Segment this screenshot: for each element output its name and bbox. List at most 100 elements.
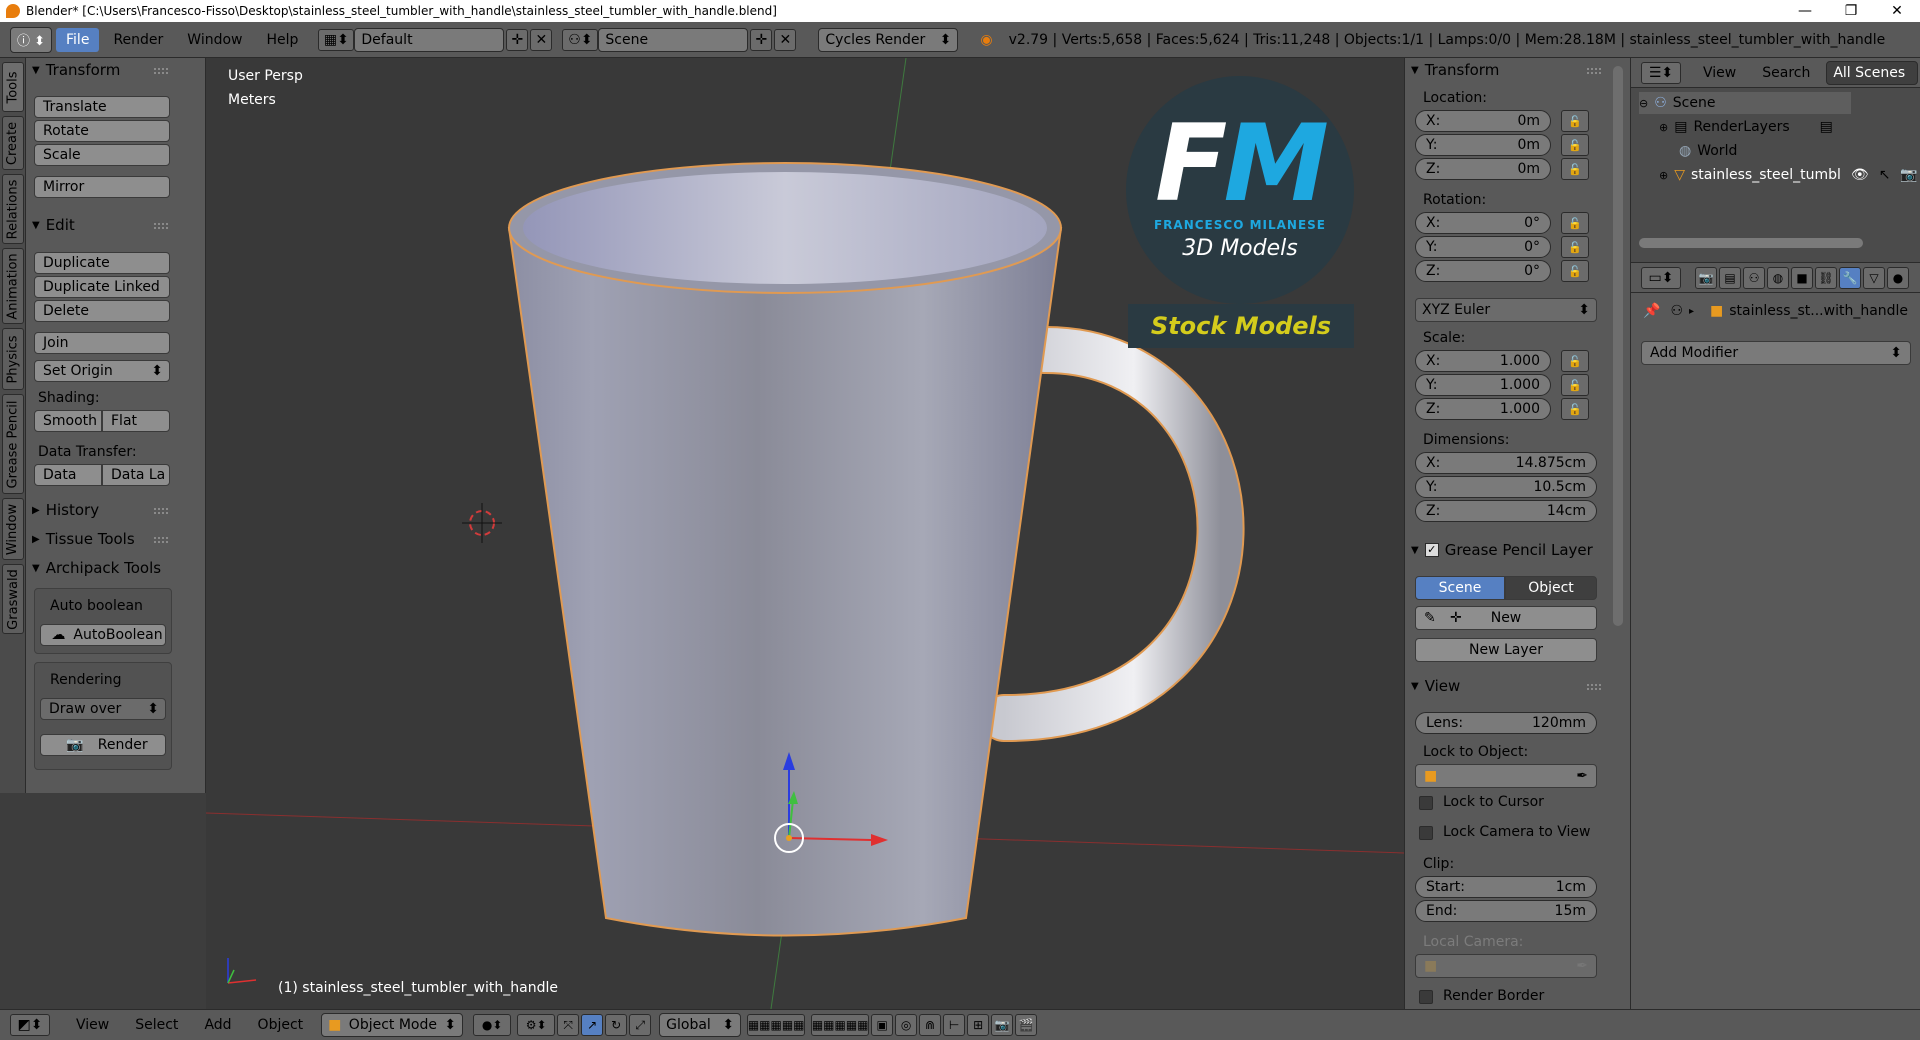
- add-modifier-dropdown[interactable]: Add Modifier ⬍: [1641, 341, 1911, 365]
- data-layers-button[interactable]: Data La: [102, 464, 170, 486]
- opengl-render-icon[interactable]: 📷: [991, 1014, 1014, 1036]
- render-tab-icon[interactable]: 📷: [1695, 266, 1717, 289]
- local-camera-field[interactable]: ■ ✒: [1415, 954, 1597, 978]
- snap-element-icon[interactable]: ⊢: [943, 1014, 966, 1036]
- transform-panel-header[interactable]: ▼ Transform: [1411, 60, 1499, 80]
- snap-target-icon[interactable]: ⊞: [967, 1014, 990, 1036]
- pin-icon[interactable]: 📌: [1643, 303, 1660, 319]
- panel-grip-icon[interactable]: [154, 223, 168, 229]
- tab-physics[interactable]: Physics: [2, 328, 24, 390]
- outliner-row-world[interactable]: ◍ World: [1679, 140, 1919, 162]
- edit-panel-header[interactable]: ▼ Edit: [32, 215, 75, 235]
- select-menu[interactable]: Select: [135, 1017, 178, 1033]
- tab-create[interactable]: Create: [2, 116, 24, 170]
- outliner-row-object[interactable]: ⊕ ▽ stainless_steel_tumbl 👁 ↖ 📷: [1659, 164, 1920, 186]
- lock-to-cursor-checkbox[interactable]: [1419, 796, 1433, 810]
- translate-button[interactable]: Translate: [34, 96, 170, 118]
- info-editor-type-button[interactable]: ⓘ ⬍: [10, 26, 52, 53]
- tab-relations[interactable]: Relations: [2, 174, 24, 244]
- tab-graswald[interactable]: Graswald: [2, 564, 24, 634]
- tissue-tools-panel-header[interactable]: ▶ Tissue Tools: [32, 529, 135, 549]
- mode-dropdown[interactable]: ■ Object Mode ⬍: [321, 1013, 464, 1037]
- add-scene-button[interactable]: ✛: [750, 28, 773, 51]
- material-tab-icon[interactable]: ●: [1887, 266, 1909, 289]
- delete-button[interactable]: Delete: [34, 300, 170, 322]
- close-button[interactable]: ✕: [1874, 0, 1920, 22]
- lock-object-field[interactable]: ■ ✒: [1415, 764, 1597, 788]
- outliner-scrollbar[interactable]: [1639, 238, 1863, 248]
- constraints-tab-icon[interactable]: ⛓: [1815, 266, 1837, 289]
- menu-help[interactable]: Help: [256, 28, 308, 52]
- clip-start-field[interactable]: Start: 1cm: [1415, 876, 1597, 898]
- rotation-mode-dropdown[interactable]: XYZ Euler ⬍: [1415, 298, 1597, 322]
- flat-shading-button[interactable]: Flat: [102, 410, 170, 432]
- transform-panel-header[interactable]: ▼ Transform: [32, 60, 120, 80]
- scene-tab-icon[interactable]: ⚇: [1743, 266, 1765, 289]
- transform-orientation-dropdown[interactable]: Global ⬍: [659, 1013, 742, 1037]
- location-y-field[interactable]: Y: 0m: [1415, 134, 1551, 156]
- layers-grid-1[interactable]: ▦▦▦▦▦: [747, 1014, 806, 1036]
- join-button[interactable]: Join: [34, 332, 170, 354]
- eye-icon[interactable]: 👁: [1851, 167, 1869, 183]
- outliner-view-menu[interactable]: View: [1703, 65, 1736, 81]
- duplicate-button[interactable]: Duplicate: [34, 252, 170, 274]
- lock-location-x-button[interactable]: 🔓: [1561, 110, 1589, 132]
- panel-grip-icon[interactable]: [154, 68, 168, 74]
- lock-camera-checkbox[interactable]: [1419, 826, 1433, 840]
- rotate-button[interactable]: Rotate: [34, 120, 170, 142]
- object-menu[interactable]: Object: [258, 1017, 304, 1033]
- properties-editor-type-button[interactable]: ▭⬍: [1641, 266, 1681, 289]
- maximize-button[interactable]: ❐: [1828, 0, 1874, 22]
- opengl-animation-icon[interactable]: 🎬: [1015, 1014, 1038, 1036]
- manipulator-toggle-icon[interactable]: ⤧: [557, 1014, 580, 1036]
- rotate-manipulator-icon[interactable]: ↻: [605, 1014, 628, 1036]
- history-panel-header[interactable]: ▶ History: [32, 500, 99, 520]
- location-x-field[interactable]: X: 0m: [1415, 110, 1551, 132]
- snap-magnet-icon[interactable]: ⋒: [919, 1014, 942, 1036]
- clip-end-field[interactable]: End: 15m: [1415, 900, 1597, 922]
- minimize-button[interactable]: —: [1782, 0, 1828, 22]
- rotation-x-field[interactable]: X: 0°: [1415, 212, 1551, 234]
- npanel-scrollbar[interactable]: [1613, 66, 1623, 626]
- dimension-y-field[interactable]: Y: 10.5cm: [1415, 476, 1597, 498]
- outliner-search-menu[interactable]: Search: [1762, 65, 1810, 81]
- data-transfer-button[interactable]: Data: [34, 464, 102, 486]
- cursor-select-icon[interactable]: ↖: [1879, 167, 1891, 183]
- shading-mode-dropdown[interactable]: ●⬍: [473, 1014, 512, 1036]
- outliner-row-renderlayers[interactable]: ⊕ ▤ RenderLayers ▤: [1659, 116, 1919, 138]
- menu-file[interactable]: File: [56, 27, 100, 52]
- scale-button[interactable]: Scale: [34, 144, 170, 166]
- location-z-field[interactable]: Z: 0m: [1415, 158, 1551, 180]
- lock-scale-x-button[interactable]: 🔓: [1561, 350, 1589, 372]
- add-menu[interactable]: Add: [204, 1017, 231, 1033]
- gp-new-layer-button[interactable]: New Layer: [1415, 638, 1597, 662]
- outliner-editor-type-button[interactable]: ☰⬍: [1641, 61, 1681, 84]
- view-panel-header[interactable]: ▼ View: [1411, 676, 1460, 696]
- render-button[interactable]: 📷 Render: [40, 734, 166, 756]
- render-border-checkbox[interactable]: [1419, 990, 1433, 1004]
- gp-object-toggle[interactable]: Object: [1505, 576, 1597, 600]
- scene-name-field[interactable]: Scene: [598, 27, 749, 52]
- grease-pencil-layer-header[interactable]: ▼ ✓ Grease Pencil Layer: [1411, 540, 1593, 560]
- duplicate-linked-button[interactable]: Duplicate Linked: [34, 276, 170, 298]
- scale-y-field[interactable]: Y: 1.000: [1415, 374, 1551, 396]
- layout-name-field[interactable]: Default: [354, 27, 505, 52]
- autoboolean-button[interactable]: ☁ AutoBoolean: [40, 624, 166, 646]
- object-tab-icon[interactable]: ■: [1791, 266, 1813, 289]
- lock-rotation-x-button[interactable]: 🔓: [1561, 212, 1589, 234]
- smooth-shading-button[interactable]: Smooth: [34, 410, 102, 432]
- panel-grip-icon[interactable]: [1587, 68, 1601, 74]
- tab-grease-pencil[interactable]: Grease Pencil: [2, 394, 24, 494]
- menu-window[interactable]: Window: [177, 28, 252, 52]
- gp-new-button[interactable]: ✎ ✛ New: [1415, 606, 1597, 630]
- lock-rotation-z-button[interactable]: 🔓: [1561, 260, 1589, 282]
- render-engine-dropdown[interactable]: Cycles Render ⬍: [818, 27, 959, 52]
- 3d-viewport[interactable]: User Persp Meters (1) stainless_steel_tu…: [206, 58, 1404, 1009]
- grease-pencil-checkbox[interactable]: ✓: [1424, 543, 1439, 557]
- scene-selector-button[interactable]: ⚇⬍: [562, 28, 599, 51]
- panel-grip-icon[interactable]: [154, 508, 168, 514]
- lock-location-y-button[interactable]: 🔓: [1561, 134, 1589, 156]
- translate-manipulator-icon[interactable]: ↗: [581, 1014, 604, 1036]
- draw-over-dropdown[interactable]: Draw over ⬍: [40, 698, 166, 720]
- outliner-row-scene[interactable]: ⊖ ⚇ Scene: [1639, 92, 1851, 114]
